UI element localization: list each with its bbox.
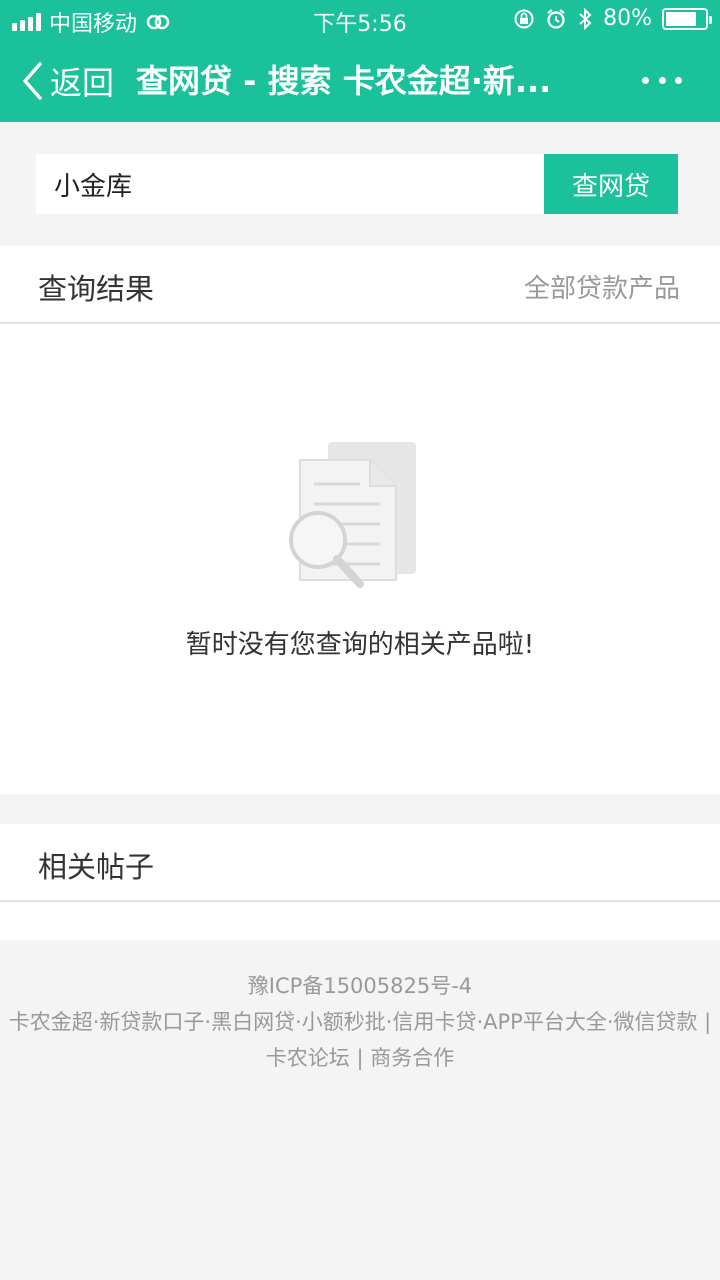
back-label: 返回 <box>50 64 115 102</box>
results-title: 查询结果 <box>38 272 155 306</box>
alarm-icon <box>547 8 565 29</box>
more-dot-icon <box>642 76 649 84</box>
results-section: 查询结果 全部贷款产品 暂时没有您查询的相关产品啦! <box>0 246 720 794</box>
all-products-link[interactable]: 全部贷款产品 <box>524 268 680 305</box>
status-bar: 中国移动 下午5:56 80% <box>0 0 720 40</box>
page-title: 查网贷 - 搜索 卡农金超·新... <box>136 62 552 100</box>
rotation-lock-icon <box>514 9 534 28</box>
top-bar: 中国移动 下午5:56 80% 返回 查网贷 - 搜索 卡农金超·新... <box>0 0 720 122</box>
search-button[interactable]: 查网贷 <box>544 154 678 214</box>
back-button[interactable]: 返回 <box>20 60 114 102</box>
posts-header: 相关帖子 <box>0 824 720 902</box>
search-area: 查网贷 <box>0 122 720 244</box>
icp-number: 豫ICP备15005825号-4 <box>247 974 473 998</box>
battery-percent: 80% <box>603 6 652 31</box>
battery-icon <box>662 7 712 30</box>
empty-search-illustration-icon <box>289 442 416 588</box>
more-dot-icon <box>675 76 682 84</box>
nav-bar: 返回 查网贷 - 搜索 卡农金超·新... <box>0 40 720 122</box>
search-input[interactable] <box>36 154 544 214</box>
footer: 豫ICP备15005825号-4 卡农金超·新贷款口子·黑白网贷·小额秒批·信用… <box>0 940 720 1076</box>
empty-message: 暂时没有您查询的相关产品啦! <box>185 630 535 660</box>
bluetooth-icon <box>579 7 592 30</box>
posts-title: 相关帖子 <box>38 850 155 884</box>
results-header: 查询结果 全部贷款产品 <box>0 246 720 324</box>
chevron-left-icon <box>23 62 42 100</box>
more-menu-button[interactable] <box>642 70 682 90</box>
more-dot-icon <box>658 76 666 84</box>
posts-section: 相关帖子 <box>0 824 720 940</box>
footer-links[interactable]: 卡农金超·新贷款口子·黑白网贷·小额秒批·信用卡贷·APP平台大全·微信贷款 |… <box>0 1004 720 1076</box>
